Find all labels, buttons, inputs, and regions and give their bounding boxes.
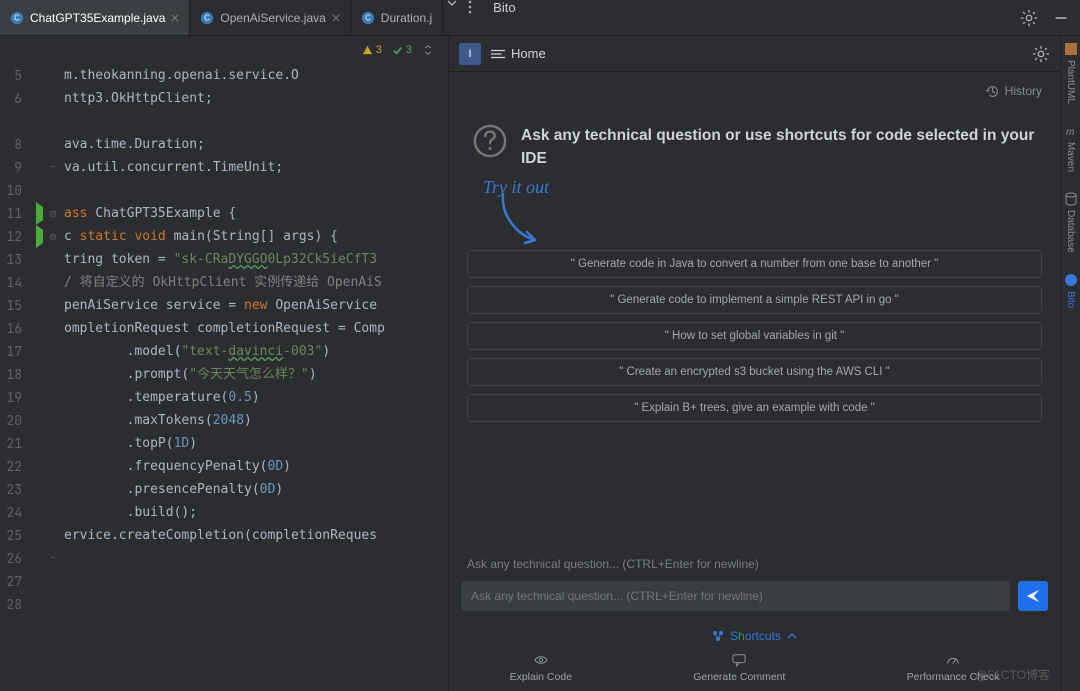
kebab-icon: [468, 0, 472, 14]
eye-icon: [534, 653, 548, 667]
tab-overflow-dropdown[interactable]: [443, 0, 461, 35]
history-icon: [986, 85, 999, 98]
question-icon: [473, 124, 507, 158]
warnings-indicator[interactable]: 3: [362, 44, 382, 56]
prompt-hint: Ask any technical question... (CTRL+Ente…: [461, 551, 1048, 581]
comment-icon: [732, 653, 746, 667]
account-badge[interactable]: I: [459, 43, 481, 65]
run-main-icon[interactable]: [28, 225, 50, 248]
fold-expand-icon[interactable]: ⊟: [50, 202, 64, 225]
java-class-icon: C: [200, 11, 214, 25]
svg-text:C: C: [365, 13, 371, 22]
run-gutter: [28, 64, 50, 691]
bito-icon: [1064, 273, 1078, 287]
tab-chatgpt35example[interactable]: C ChatGPT35Example.java: [0, 0, 190, 35]
tab-label: OpenAiService.java: [220, 11, 325, 25]
history-button[interactable]: History: [986, 84, 1042, 98]
tools-row: Explain Code Generate Comment Performanc…: [449, 647, 1060, 691]
svg-text:C: C: [14, 13, 20, 22]
gauge-icon: [946, 653, 960, 667]
fold-collapse-icon[interactable]: ⌃: [50, 156, 64, 179]
suggestion-item[interactable]: " Create an encrypted s3 bucket using th…: [467, 358, 1042, 386]
shortcuts-icon: [712, 630, 724, 642]
toolwindow-maven[interactable]: m Maven: [1064, 124, 1078, 172]
generate-comment-button[interactable]: Generate Comment: [693, 653, 785, 683]
svg-text:C: C: [205, 13, 211, 22]
hero-text: Ask any technical question or use shortc…: [521, 124, 1036, 171]
toolwindow-plantuml[interactable]: PlantUML: [1064, 42, 1078, 104]
toolwindow-bito[interactable]: Bito: [1064, 273, 1078, 308]
right-tool-strip: PlantUML m Maven Database Bito: [1060, 36, 1080, 691]
fold-expand-icon[interactable]: ⊟: [50, 225, 64, 248]
warning-icon: [362, 45, 373, 56]
send-button[interactable]: [1018, 581, 1048, 611]
tab-bar: C ChatGPT35Example.java C OpenAiService.…: [0, 0, 1080, 36]
fold-gutter: ⌃ ⊟ ⊟ ⌃: [50, 64, 64, 691]
fold-collapse-icon[interactable]: ⌃: [50, 547, 64, 570]
inspection-expand[interactable]: [422, 45, 434, 55]
tab-label: Duration.j: [381, 11, 432, 25]
tab-openaiservice[interactable]: C OpenAiService.java: [190, 0, 350, 35]
gear-icon[interactable]: [1032, 45, 1050, 63]
suggestion-item[interactable]: " How to set global variables in git ": [467, 322, 1042, 350]
line-number-gutter: 5689101112131415161718192021222324252627…: [0, 64, 28, 691]
bito-header: I Home: [449, 36, 1060, 72]
editor-pane[interactable]: 3 3 568910111213141516171819202122232425…: [0, 36, 449, 691]
menu-icon: [491, 49, 505, 59]
home-button[interactable]: Home: [491, 46, 546, 61]
tab-duration[interactable]: C Duration.j: [351, 0, 443, 35]
java-class-icon: C: [361, 11, 375, 25]
run-class-icon[interactable]: [28, 202, 50, 225]
arrow-icon: [495, 192, 547, 246]
check-icon: [392, 45, 403, 56]
tab-label: ChatGPT35Example.java: [30, 11, 165, 25]
suggestion-list: " Generate code in Java to convert a num…: [449, 250, 1060, 422]
code-text[interactable]: m.theokanning.openai.service.O nttp3.OkH…: [64, 64, 448, 691]
minimize-icon[interactable]: [1052, 9, 1070, 27]
inspection-widget[interactable]: 3 3: [0, 36, 448, 64]
database-icon: [1064, 192, 1078, 206]
bito-panel: I Home History Ask any technical questio…: [449, 36, 1060, 691]
try-it-label: Try it out: [483, 177, 549, 197]
prompt-area: Ask any technical question... (CTRL+Ente…: [449, 551, 1060, 621]
prompt-input[interactable]: [461, 581, 1010, 611]
suggestion-item[interactable]: " Generate code to implement a simple RE…: [467, 286, 1042, 314]
explain-code-button[interactable]: Explain Code: [510, 653, 572, 683]
chevron-up-icon: [787, 633, 797, 639]
suggestion-item[interactable]: " Explain B+ trees, give an example with…: [467, 394, 1042, 422]
close-icon[interactable]: [171, 14, 179, 22]
ok-indicator[interactable]: 3: [392, 44, 412, 56]
suggestion-item[interactable]: " Generate code in Java to convert a num…: [467, 250, 1042, 278]
java-class-icon: C: [10, 11, 24, 25]
chevron-updown-icon: [424, 45, 432, 55]
tab-actions-menu[interactable]: [461, 0, 479, 35]
try-it-out: Try it out: [449, 177, 1060, 250]
close-icon[interactable]: [332, 14, 340, 22]
toolwindow-database[interactable]: Database: [1064, 192, 1078, 253]
send-icon: [1026, 589, 1040, 603]
gear-icon[interactable]: [1020, 9, 1038, 27]
chevron-down-icon: [447, 0, 457, 6]
watermark: @51CTO博客: [975, 666, 1050, 683]
maven-icon: m: [1064, 124, 1078, 138]
plantuml-icon: [1064, 42, 1078, 56]
svg-text:m: m: [1066, 127, 1074, 138]
hero-section: Ask any technical question or use shortc…: [449, 98, 1060, 177]
bito-tab-title: Bito: [479, 0, 515, 35]
shortcuts-toggle[interactable]: Shortcuts: [449, 621, 1060, 647]
